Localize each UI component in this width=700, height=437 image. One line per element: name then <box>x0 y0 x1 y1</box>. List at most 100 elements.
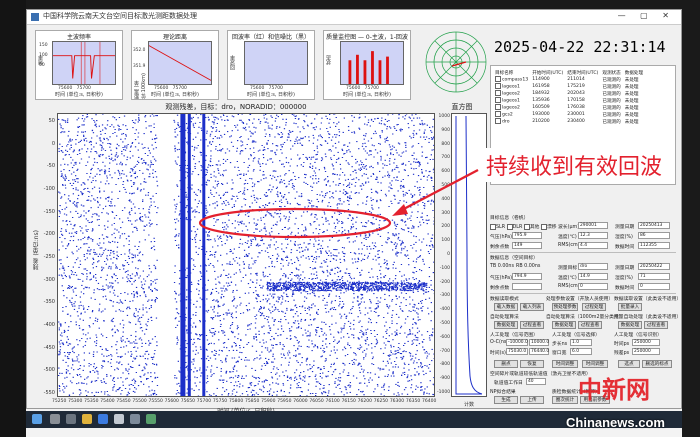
remaining-points2-field[interactable] <box>512 283 542 290</box>
row-checkbox[interactable] <box>495 97 501 104</box>
current-datetime: 2025-04-22 22:31:14 <box>494 38 666 56</box>
time-adjust2-button[interactable]: 时间调整 <box>582 360 608 368</box>
data-time2-field[interactable]: 0 <box>638 283 670 290</box>
auto2-view-button[interactable]: 过程查看 <box>578 321 602 329</box>
import-data-button[interactable]: 载入数据 <box>494 303 518 311</box>
remaining-points2-label: 剩余点数 <box>490 286 510 291</box>
pressure-field[interactable]: 795.9 <box>512 232 542 239</box>
row-checkbox[interactable] <box>495 76 501 83</box>
hist-y-tick-label: 0 <box>447 252 450 257</box>
data-time1-field[interactable]: 112355 <box>638 242 670 249</box>
temp2-field[interactable]: 14.9 <box>578 273 608 280</box>
title-bar: 中国科学院云南天文台空间目标激光测距数据处理 — ▢ ✕ <box>27 10 681 25</box>
proc-step-button[interactable]: 过程处理 <box>582 303 606 311</box>
proc-info-label: 数据信息（空间目标） <box>490 256 538 261</box>
thumb-title: 回波率（红）和信噪比（黑） <box>231 34 310 41</box>
browser-icon[interactable] <box>98 414 108 424</box>
y-tick-label: 0 <box>51 140 55 147</box>
thumb-theoretical-range[interactable]: 理论距离 距离 (单位:100km) 352.0 351.9 75600 7570… <box>131 30 219 100</box>
thumb-plot-area <box>244 41 308 85</box>
y-tick-label: 50 <box>48 118 55 124</box>
row-checkbox[interactable] <box>495 118 501 125</box>
table-row[interactable]: gcs2 193000 230001 已观测的 未处理 <box>493 111 645 118</box>
oc-max-field[interactable]: 10000.0 <box>529 339 549 346</box>
thumb-yticks: 150 100 50 <box>39 43 48 68</box>
param-section-label: 处理参数设置（开放人员使用） <box>546 297 614 302</box>
generate-button[interactable]: 生成 <box>494 396 518 404</box>
window-field[interactable]: 6.0 <box>570 348 592 355</box>
time-max-field[interactable]: 76440.0 <box>529 348 549 355</box>
tool-icon[interactable] <box>146 414 156 424</box>
upload-button[interactable]: 上传 <box>520 396 544 404</box>
step-field[interactable]: 1.0 <box>570 339 592 346</box>
thumb-title: 质量监控图 — 0-主波，1-回波 <box>326 34 408 41</box>
row-checkbox[interactable] <box>495 90 501 97</box>
app-taskbar-icon[interactable] <box>114 414 124 424</box>
rms2-field[interactable]: 0 <box>578 283 608 290</box>
date1-field[interactable]: 20250413 <box>638 222 670 229</box>
batch-view-button[interactable]: 过程查看 <box>644 321 668 329</box>
folder-icon[interactable] <box>82 414 92 424</box>
cpf-field[interactable]: 40 <box>526 378 546 385</box>
w2-field[interactable]: 250000 <box>632 348 660 355</box>
x-tick-label: 76300 <box>389 399 405 404</box>
delete-selected-button[interactable]: 删选的标点 <box>642 360 672 368</box>
histogram-plot[interactable] <box>451 113 487 397</box>
window-label: 窗口宽 <box>552 351 567 356</box>
table-row[interactable]: lageos2 184932 202043 已观测的 未处理 <box>493 90 645 97</box>
row-checkbox[interactable] <box>495 83 501 90</box>
table-cell: 184932 <box>532 91 550 96</box>
restore-button[interactable]: 恢复 <box>520 360 544 368</box>
thumb-title: 主波频率 <box>66 34 91 41</box>
table-row[interactable]: dro 210200 230400 已观测的 未处理 <box>493 118 645 125</box>
remaining-points-field[interactable]: 149 <box>512 242 542 249</box>
pass-stat-button[interactable]: 圈次统计 <box>552 396 578 404</box>
thumb-quality-monitor[interactable]: 质量监控图 — 0-主波，1-回波 状态 75600 75700 时间 (单位:… <box>323 30 411 100</box>
auto2-process-button[interactable]: 数据处理 <box>552 321 576 329</box>
monitor-bezel-right <box>682 0 700 437</box>
table-row[interactable]: lageos1 161958 175219 已观测的 未处理 <box>493 83 645 90</box>
hist-y-tick-label: 1000 <box>438 114 450 119</box>
thumb-main-wave-frequency[interactable]: 主波频率 频率 150 100 50 75600 75700 时间 (单位:s, 日… <box>35 30 123 100</box>
batch-process-button[interactable]: 数据处理 <box>618 321 642 329</box>
rh2-field[interactable]: 71 <box>638 273 670 280</box>
date2-field[interactable]: 20250422 <box>638 263 670 270</box>
table-cell: 未处理 <box>624 105 639 111</box>
histogram-title: 直方图 <box>451 103 473 111</box>
proc-param-button[interactable]: 预处理参数 <box>552 303 578 311</box>
delete-point-button[interactable]: 删点 <box>494 360 518 368</box>
col-header: 结束时间(UTC) <box>567 70 599 76</box>
table-cell: 已观测的 <box>602 91 621 97</box>
search-icon[interactable] <box>50 414 60 424</box>
rms-field[interactable]: 4.4 <box>578 242 608 249</box>
batch-import-button[interactable]: 批量录入 <box>618 303 642 311</box>
y-tick-label: -100 <box>43 186 55 192</box>
w1-field[interactable]: 250000 <box>632 339 660 346</box>
select-point-button[interactable]: 选点 <box>618 360 640 368</box>
residual-scatter-plot[interactable] <box>57 113 435 397</box>
window-control-buttons[interactable]: — ▢ ✕ <box>618 11 675 20</box>
time-min-field[interactable]: 75030.0 <box>506 348 528 355</box>
pressure2-field[interactable]: 794.9 <box>512 273 542 280</box>
time-adjust-button[interactable]: 时间调整 <box>552 360 578 368</box>
target-table: 目标名称 开始时间(UTC) 结束时间(UTC) 观测状态 数据处理 compa… <box>493 69 645 125</box>
oc-min-field[interactable]: -10000.0 <box>506 339 528 346</box>
start-icon[interactable] <box>32 414 42 424</box>
table-row[interactable]: compass13 114900 211014 已观测的 未处理 <box>493 76 645 83</box>
auto3-section-label: 批量自动处理（此类设不适用） <box>614 315 682 320</box>
row-checkbox[interactable] <box>495 111 501 118</box>
table-row[interactable]: lageos1 135936 170158 已观测的 未处理 <box>493 97 645 104</box>
import-list-button[interactable]: 载入列表 <box>520 303 544 311</box>
x-tick-label: 75500 <box>132 399 147 404</box>
wavelength-field[interactable]: 290001 <box>578 222 608 229</box>
terminal-icon[interactable] <box>130 414 140 424</box>
auto-process-button[interactable]: 数据处理 <box>494 321 518 329</box>
thumb-return-rate-snr[interactable]: 回波率（红）和信噪比（黑） 回波率 75600 75700 时间 (单位:s, … <box>227 30 315 100</box>
rh-field[interactable]: 86 <box>638 232 670 239</box>
row-checkbox[interactable] <box>495 104 501 111</box>
auto-view-button[interactable]: 过程查看 <box>520 321 544 329</box>
temp-field[interactable]: 12.3 <box>578 232 608 239</box>
taskview-icon[interactable] <box>66 414 76 424</box>
table-row[interactable]: lageos2 160509 176038 已观测的 未处理 <box>493 104 645 111</box>
target2-field[interactable]: dro <box>578 263 608 270</box>
